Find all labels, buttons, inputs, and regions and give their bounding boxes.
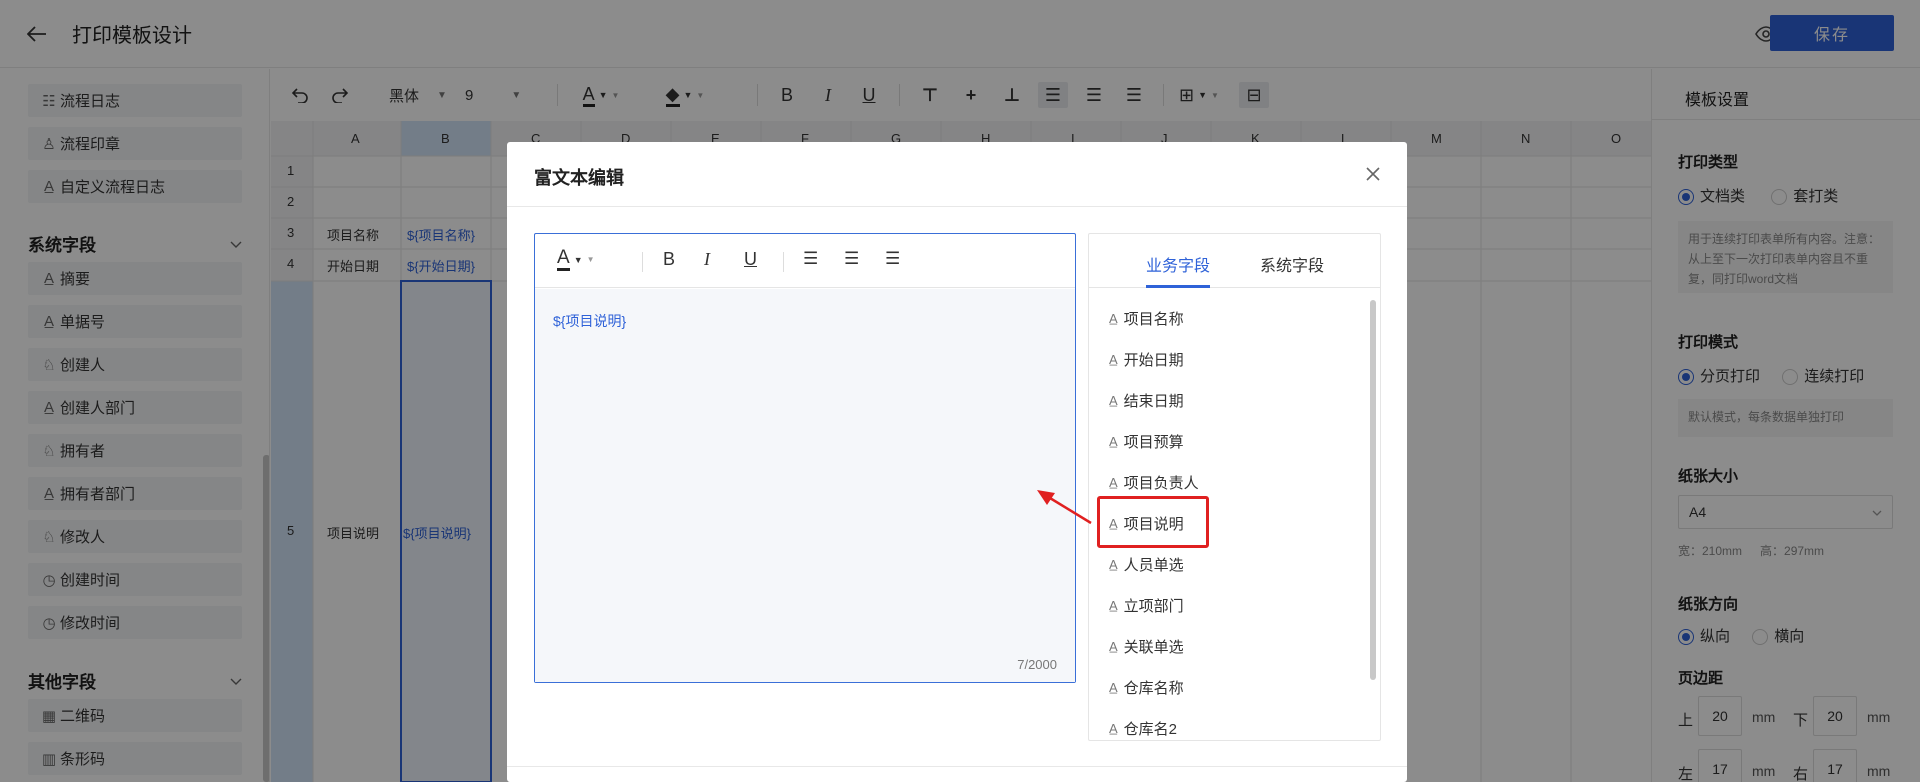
text-field-icon: A̲ [1109,597,1118,613]
dialog-title: 富文本编辑 [534,168,624,188]
editor-align-center-icon[interactable]: ☰ [844,249,859,269]
editor-underline-icon[interactable]: U [744,249,757,270]
editor-align-left-icon[interactable]: ☰ [803,249,818,269]
editor-content-text[interactable]: ${项目说明} [553,311,626,331]
field-picker: 业务字段 系统字段 A̲ 项目名称 A̲ 开始日期 A̲ 结束日期 A̲ 项目预算 A̲… [1088,233,1381,741]
editor-toolbar-separator [642,252,643,272]
editor-bold-icon[interactable]: B [663,249,675,270]
pointer-arrow-icon [1037,490,1092,525]
editor-toolbar: A ▼ ▼ B I U ☰ ☰ ☰ [535,234,1075,288]
text-field-icon: A̲ [1109,556,1118,572]
field-item[interactable]: A̲ 立项部门 [1109,593,1184,617]
rich-text-dialog: 富文本编辑 A ▼ ▼ B I U ☰ ☰ ☰ ${项目说明} 7/2000 业务字… [507,142,1407,782]
editor-italic-icon[interactable]: I [704,249,710,270]
editor-font-color-icon[interactable]: A ▼ ▼ [557,248,595,271]
field-item[interactable]: A̲ 项目预算 [1109,429,1184,453]
text-field-icon: A̲ [1109,720,1118,736]
highlight-box [1097,496,1209,548]
field-item[interactable]: A̲ 项目名称 [1109,306,1184,330]
text-field-icon: A̲ [1109,679,1118,695]
char-counter: 7/2000 [1017,657,1057,672]
field-item[interactable]: A̲ 项目负责人 [1109,470,1199,494]
editor-toolbar-separator [783,252,784,272]
text-field-icon: A̲ [1109,433,1118,449]
dialog-divider [507,206,1407,207]
tab-business-fields[interactable]: 业务字段 [1146,252,1210,276]
dialog-footer-divider [507,766,1407,767]
active-tab-indicator [1146,285,1210,288]
text-field-icon: A̲ [1109,351,1118,367]
editor-content-area[interactable]: ${项目说明} 7/2000 [535,289,1075,682]
field-list-scrollbar[interactable] [1370,300,1376,680]
field-item[interactable]: A̲ 仓库名2 [1109,716,1177,740]
editor-align-right-icon[interactable]: ☰ [885,249,900,269]
text-field-icon: A̲ [1109,638,1118,654]
field-item[interactable]: A̲ 开始日期 [1109,347,1184,371]
close-icon[interactable] [1361,162,1385,186]
text-field-icon: A̲ [1109,310,1118,326]
field-item[interactable]: A̲ 人员单选 [1109,552,1184,576]
text-field-icon: A̲ [1109,392,1118,408]
field-item[interactable]: A̲ 仓库名称 [1109,675,1184,699]
field-item[interactable]: A̲ 结束日期 [1109,388,1184,412]
text-field-icon: A̲ [1109,474,1118,490]
field-item[interactable]: A̲ 关联单选 [1109,634,1184,658]
rich-text-editor: A ▼ ▼ B I U ☰ ☰ ☰ ${项目说明} 7/2000 [534,233,1076,683]
tab-system-fields[interactable]: 系统字段 [1260,252,1324,276]
field-tabs: 业务字段 系统字段 [1089,234,1380,288]
